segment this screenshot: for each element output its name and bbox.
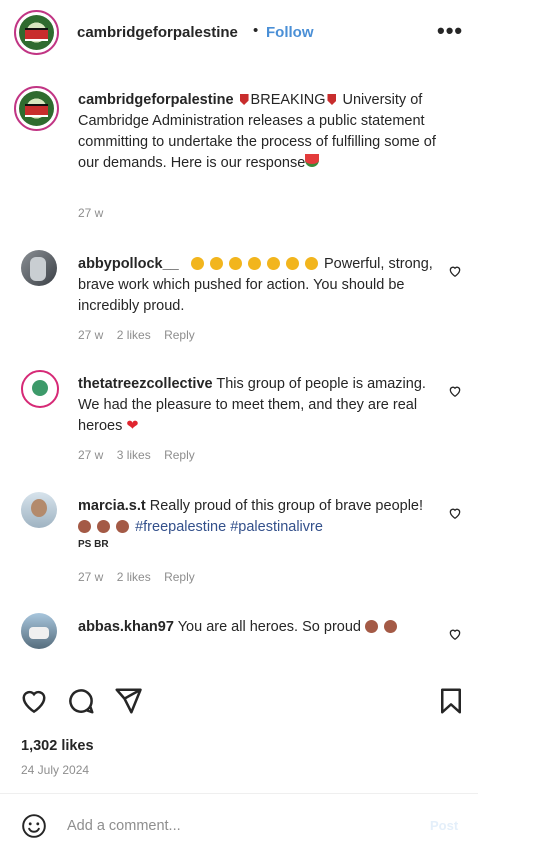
like-heart-icon[interactable] [19, 686, 49, 716]
comment-body: Really proud of this group of brave peop… [149, 498, 424, 514]
comment-meta: 27 w 3 likes Reply [78, 448, 205, 462]
comment-body: You are all heroes. So proud [177, 619, 361, 635]
watermelon-emoji-icon [305, 154, 320, 167]
action-bar [0, 680, 478, 730]
comment-text: thetatreezcollective This group of peopl… [78, 374, 438, 437]
comment-time[interactable]: 27 w [78, 448, 103, 462]
language-tag: PS BR [78, 539, 109, 550]
likes-count[interactable]: 1,302 likes [21, 738, 94, 754]
comment-likes[interactable]: 3 likes [117, 448, 151, 462]
commenter-avatar[interactable] [21, 492, 57, 528]
post-date: 24 July 2024 [21, 763, 90, 777]
like-comment-heart-icon[interactable] [448, 384, 462, 398]
comment-time[interactable]: 27 w [78, 328, 103, 342]
muscle-emoji-icons [78, 519, 131, 535]
share-send-icon[interactable] [113, 686, 143, 716]
clap-emoji-icons [190, 256, 320, 272]
comment-bubble-icon[interactable] [66, 686, 96, 716]
commenter-avatar[interactable] [21, 250, 57, 286]
caption-time[interactable]: 27 w [78, 206, 103, 220]
logo-image [19, 15, 54, 50]
comment-text: abbypollock__ Powerful, strong, brave wo… [78, 254, 438, 317]
caption-username[interactable]: cambridgeforpalestine [78, 92, 234, 108]
divider [0, 793, 478, 794]
comment-meta: 27 w 2 likes Reply [78, 570, 205, 584]
comment-username[interactable]: abbypollock__ [78, 256, 179, 272]
more-options-icon[interactable]: ••• [437, 18, 463, 44]
post-header: cambridgeforpalestine • Follow ••• [0, 0, 478, 64]
like-comment-heart-icon[interactable] [448, 506, 462, 520]
reply-button[interactable]: Reply [164, 328, 195, 342]
comment-username[interactable]: abbas.khan97 [78, 619, 174, 635]
caption-text: cambridgeforpalestine BREAKING Universit… [78, 90, 438, 174]
hashtags[interactable]: #freepalestine #palestinalivre [135, 519, 323, 535]
flag-emoji-icon [327, 94, 337, 105]
like-comment-heart-icon[interactable] [448, 264, 462, 278]
comment-meta: 27 w 2 likes Reply [78, 328, 205, 342]
comment-likes[interactable]: 2 likes [117, 328, 151, 342]
comment-text: abbas.khan97 You are all heroes. So prou… [78, 617, 438, 638]
comment-username[interactable]: thetatreezcollective [78, 376, 213, 392]
logo-image [19, 91, 54, 126]
muscle-emoji-icons [365, 619, 399, 635]
like-comment-heart-icon[interactable] [448, 627, 462, 641]
comment-text: marcia.s.t Really proud of this group of… [78, 496, 438, 551]
commenter-avatar[interactable] [21, 370, 59, 408]
separator-dot: • [253, 22, 259, 39]
post-panel: cambridgeforpalestine • Follow ••• cambr… [0, 0, 478, 842]
reply-button[interactable]: Reply [164, 448, 195, 462]
emoji-picker-icon[interactable] [21, 813, 47, 839]
save-bookmark-icon[interactable] [436, 686, 466, 716]
comment-likes[interactable]: 2 likes [117, 570, 151, 584]
comment-username[interactable]: marcia.s.t [78, 498, 146, 514]
add-comment-input[interactable]: Add a comment... [67, 818, 181, 834]
follow-button[interactable]: Follow [266, 24, 314, 41]
flag-emoji-icon [239, 94, 249, 105]
post-comment-button[interactable]: Post [430, 818, 458, 833]
account-avatar[interactable] [14, 10, 59, 55]
breaking-label: BREAKING [250, 92, 326, 108]
commenter-avatar[interactable] [21, 613, 57, 649]
comment-time[interactable]: 27 w [78, 570, 103, 584]
caption-meta: 27 w [78, 206, 113, 220]
red-heart-emoji-icon: ❤ [126, 418, 139, 434]
header-username[interactable]: cambridgeforpalestine [77, 24, 238, 41]
reply-button[interactable]: Reply [164, 570, 195, 584]
caption-avatar[interactable] [14, 86, 59, 131]
